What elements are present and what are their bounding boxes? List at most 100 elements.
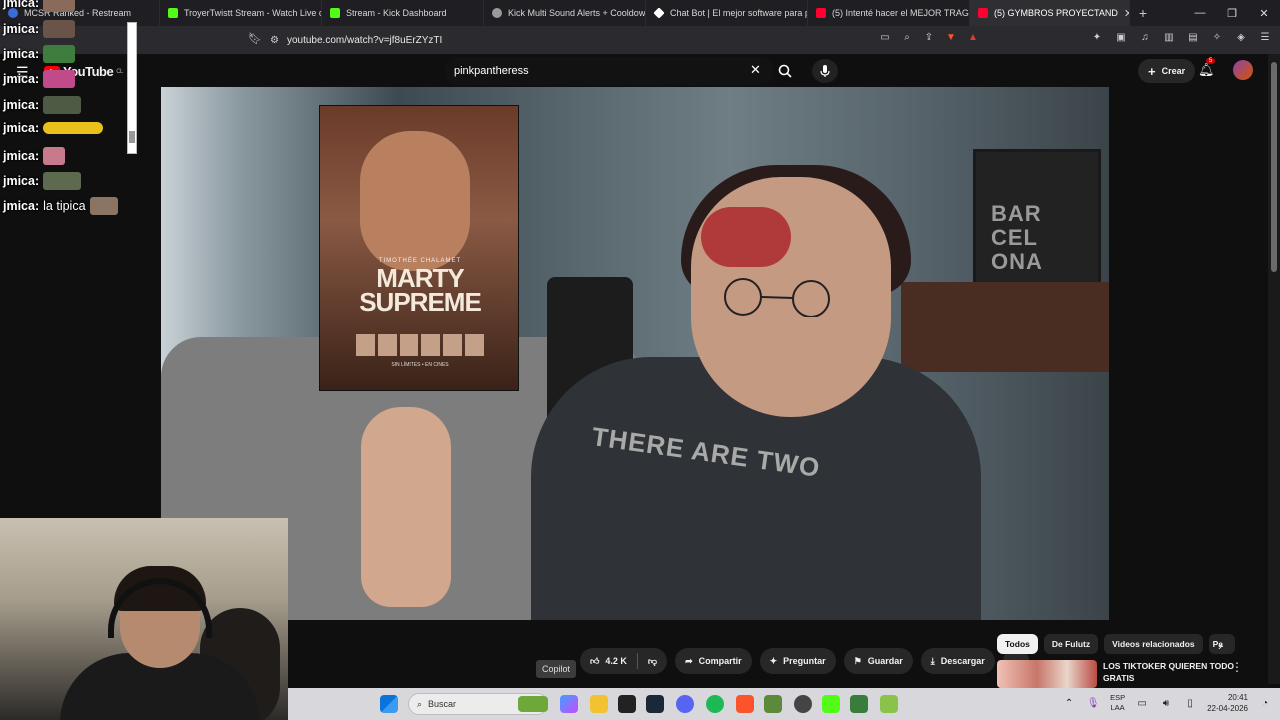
discord-icon[interactable]	[676, 695, 694, 713]
lang-line1: ESP	[1110, 693, 1126, 702]
widget-icon[interactable]	[518, 696, 548, 712]
chat-user: jmica:	[3, 22, 40, 36]
spotify-icon[interactable]	[706, 695, 724, 713]
emote-icon	[43, 147, 66, 165]
music-icon[interactable]: ♫	[1138, 30, 1152, 44]
chevron-right-icon[interactable]: ›	[1218, 638, 1222, 653]
chat-message: jmica:	[3, 70, 76, 88]
like-dislike-group: 👍︎ 4.2 K 👎︎	[580, 648, 668, 674]
browser-tab[interactable]: Stream - Kick Dashboard	[322, 0, 484, 26]
tab-title: Kick Multi Sound Alerts + Cooldown	[508, 8, 646, 18]
browser-tab[interactable]: TroyerTwistt Stream - Watch Live on	[160, 0, 322, 26]
browser-tab-active[interactable]: (5) GYMBROS PROYECTAND ✕	[970, 0, 1130, 26]
chat-user: jmica:	[3, 174, 40, 188]
browser-toolbar: ✦ ▣ ♫ ▥ ▤ ✧ ◈ ☰	[1090, 30, 1272, 44]
poster-cast-strip	[356, 334, 484, 356]
browser-tab[interactable]: Chat Bot | El mejor software para po	[646, 0, 808, 26]
obs-icon[interactable]	[794, 695, 812, 713]
related-title[interactable]: LOS TIKTOKER QUIEREN TODO GRATIS	[1103, 660, 1235, 684]
start-icon[interactable]	[380, 695, 398, 713]
dislike-button[interactable]: 👎︎	[638, 648, 667, 674]
brave-icon[interactable]	[736, 695, 754, 713]
brave-shield-icon[interactable]: ▼	[944, 30, 958, 44]
movie-poster: TIMOTHÉE CHALAMET MARTY SUPREME SIN LÍMI…	[319, 105, 519, 391]
browser-tab[interactable]: (5) Intenté hacer el MEJOR TRAGO e	[808, 0, 970, 26]
video-player[interactable]: BAR CEL ONA THERE ARE TWO TIMOTHÉE CHALA…	[161, 87, 1109, 620]
restore-icon[interactable]: ❐	[1216, 0, 1248, 26]
notifications-button[interactable]: 🔔︎ 5	[1198, 58, 1216, 78]
voice-search-button[interactable]	[812, 59, 838, 83]
battery-icon[interactable]: ▯	[1183, 696, 1197, 710]
sidebar-icon[interactable]: ▥	[1162, 30, 1176, 44]
kick-icon[interactable]	[822, 695, 840, 713]
zoom-icon[interactable]: ⌕	[900, 30, 914, 44]
bookmark-icon[interactable]: 🔖︎	[248, 32, 262, 45]
related-video[interactable]: LOS TIKTOKER QUIEREN TODO GRATIS ⋮	[997, 660, 1265, 688]
system-tray: ⌃ 🎙︎ ESP LAA ▭ 🔊︎ ▯ 20:41 22-04-2026 ◔	[1062, 692, 1272, 714]
chat-user: jmica:	[3, 47, 40, 61]
chat-message: jmica:	[3, 20, 76, 38]
site-settings-icon[interactable]: ⚙	[270, 35, 279, 46]
download-button[interactable]: ⤓ Descargar	[920, 648, 995, 674]
share-button[interactable]: ➦ Compartir	[675, 648, 752, 674]
cast-photo	[356, 334, 375, 356]
app-icon[interactable]	[850, 695, 868, 713]
epic-games-icon[interactable]	[618, 695, 636, 713]
url-field[interactable]: ⚙ youtube.com/watch?v=jf8uErZYzTI	[270, 30, 870, 50]
chat-scrollbar[interactable]	[127, 22, 137, 154]
language-indicator[interactable]: ESP LAA	[1110, 693, 1125, 713]
tab-title: Chat Bot | El mejor software para po	[670, 8, 808, 18]
copilot-icon[interactable]	[560, 695, 578, 713]
share-icon[interactable]: ⇪	[922, 30, 936, 44]
wallet-icon[interactable]: ▤	[1186, 30, 1200, 44]
search-button[interactable]	[772, 60, 798, 82]
avatar[interactable]	[1233, 60, 1253, 80]
cast-icon[interactable]: ▭	[878, 30, 892, 44]
video-thumbnail[interactable]	[997, 660, 1097, 688]
chip-related[interactable]: Videos relacionados	[1104, 634, 1203, 654]
notification-center-icon[interactable]: ◔	[1258, 696, 1272, 710]
frame-text: BAR CEL ONA	[991, 201, 1043, 274]
like-button[interactable]: 👍︎ 4.2 K	[580, 648, 637, 674]
network-icon[interactable]: ▭	[1135, 696, 1149, 710]
browser-tab-bar: MCSR Ranked - Restream TroyerTwistt Stre…	[0, 0, 1280, 26]
vpn-icon[interactable]: ◈	[1234, 30, 1248, 44]
rewards-icon[interactable]: ▲	[966, 30, 980, 44]
chevron-up-icon[interactable]: ⌃	[1062, 696, 1076, 710]
emote-icon	[43, 70, 76, 88]
like-count: 4.2 K	[605, 656, 627, 666]
close-window-icon[interactable]: ✕	[1248, 0, 1280, 26]
create-button[interactable]: + Crear	[1138, 59, 1196, 83]
launcher-icon[interactable]	[880, 695, 898, 713]
share-arrow-icon: ➦	[685, 655, 693, 666]
chip-all[interactable]: Todos	[997, 634, 1038, 654]
minimize-icon[interactable]: —	[1184, 0, 1216, 26]
minecraft-icon[interactable]	[764, 695, 782, 713]
ai-icon[interactable]: ✧	[1210, 30, 1224, 44]
file-explorer-icon[interactable]	[590, 695, 608, 713]
kebab-menu-icon[interactable]: ⋮	[1231, 660, 1243, 674]
clock[interactable]: 20:41 22-04-2026	[1207, 692, 1248, 714]
menu-icon[interactable]: ☰	[1258, 30, 1272, 44]
volume-icon[interactable]: 🔊︎	[1159, 696, 1173, 710]
tab-title: (5) GYMBROS PROYECTAND	[994, 8, 1118, 18]
youtube-favicon-icon	[978, 8, 988, 18]
steam-icon[interactable]	[646, 695, 664, 713]
extensions-icon[interactable]: ✦	[1090, 30, 1104, 44]
cast-photo	[399, 334, 419, 356]
chat-scroll-thumb[interactable]	[129, 131, 135, 143]
page-scrollbar[interactable]	[1268, 54, 1280, 684]
webcam-feed	[0, 518, 288, 720]
screenshot-icon[interactable]: ▣	[1114, 30, 1128, 44]
clear-search-icon[interactable]: ✕	[750, 62, 761, 78]
chat-user: jmica:	[3, 0, 40, 10]
chat-message: jmica:	[3, 0, 76, 12]
page-scroll-thumb[interactable]	[1271, 62, 1277, 272]
browser-tab[interactable]: Kick Multi Sound Alerts + Cooldown	[484, 0, 646, 26]
microphone-icon[interactable]: 🎙︎	[1086, 696, 1100, 710]
save-button[interactable]: ⚑ Guardar	[843, 648, 913, 674]
search-input[interactable]: pinkpantheress	[444, 57, 774, 85]
new-tab-button[interactable]: +	[1130, 5, 1156, 21]
chip-channel[interactable]: De Fulutz	[1043, 634, 1099, 654]
ask-button[interactable]: ✦ Preguntar	[759, 648, 836, 674]
